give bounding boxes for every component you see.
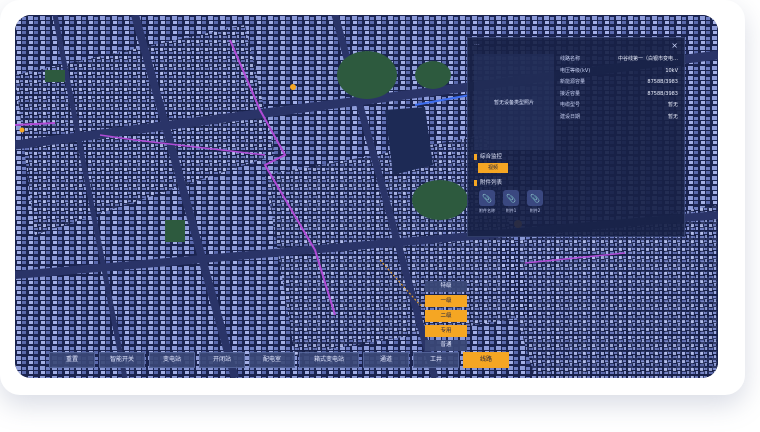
info-key: 电压等级(kV) [560, 67, 591, 74]
section-title-text: 附件列表 [480, 180, 503, 186]
info-value: 8758B/3983 [647, 79, 678, 85]
info-value: 暂无 [667, 102, 678, 108]
close-icon[interactable]: × [671, 41, 678, 50]
section-marker [474, 153, 477, 160]
info-key: 新能源容量 [560, 79, 586, 85]
box-substation-button[interactable]: 箱式变电站 [299, 352, 359, 368]
section-title-text: 综合监控 [480, 154, 503, 160]
line-info-panel: ··· × 暂无设备类型照片 线路名称 中谷线第一（白银市变电… 电压等级(kV)… [467, 37, 685, 237]
screenshot-card: ··· × 暂无设备类型照片 线路名称 中谷线第一（白银市变电… 电压等级(kV)… [0, 0, 745, 395]
info-key: 线路名称 [560, 56, 581, 62]
video-button[interactable]: 视频 [478, 163, 508, 173]
substation-button[interactable]: 变电站 [149, 352, 195, 368]
info-table: 线路名称 中谷线第一（白银市变电… 电压等级(kV) 10kV 新能源容量 8758B… [560, 54, 678, 123]
info-row: 电压等级(kV) 10kV [560, 66, 678, 78]
attachment-name: 附件1 [505, 208, 517, 213]
photo-placeholder-text: 暂无设备类型照片 [493, 99, 534, 106]
info-key: 建设日期 [560, 113, 581, 120]
info-value: 暂无 [667, 113, 678, 120]
line-button[interactable]: 线路 [463, 352, 509, 368]
attachment-item[interactable]: 📎 附件2 [526, 190, 544, 214]
info-key: 接近容量 [560, 90, 581, 97]
info-row: 电缆型号 暂无 [560, 100, 678, 112]
manhole-button[interactable]: 工井 [413, 352, 459, 368]
attachment-item[interactable]: 📎 附件名称 [478, 190, 496, 214]
section-title-monitor: 综合监控 [474, 152, 502, 160]
legend-special[interactable]: 专用 [425, 325, 467, 337]
distribution-room-button[interactable]: 配电室 [249, 352, 295, 368]
info-value: 10kV [665, 67, 678, 74]
section-title-attachments: 附件列表 [474, 178, 502, 186]
attachment-name: 附件2 [529, 208, 541, 213]
info-row: 线路名称 中谷线第一（白银市变电… [560, 54, 678, 66]
legend-header-top: 特级 [425, 281, 467, 292]
info-row: 新能源容量 8758B/3983 [560, 77, 678, 89]
section-marker [474, 179, 477, 186]
attachment-item[interactable]: 📎 附件1 [502, 190, 520, 214]
info-value: 8758B/3983 [647, 90, 678, 97]
channel-button[interactable]: 通道 [363, 352, 409, 368]
device-photo-placeholder: 暂无设备类型照片 [474, 54, 554, 150]
legend-header-bottom: 普通 [425, 340, 467, 351]
info-row: 建设日期 暂无 [560, 112, 678, 124]
panel-drag-handle[interactable]: ··· [474, 42, 480, 49]
switching-station-button[interactable]: 开闭站 [199, 352, 245, 368]
voltage-legend: 特级 一级 二级 专用 普通 [425, 281, 467, 351]
legend-level-2[interactable]: 二级 [425, 310, 467, 322]
info-row: 接近容量 8758B/3983 [560, 89, 678, 101]
reset-button[interactable]: 重置 [49, 352, 95, 368]
paperclip-icon: 📎 [527, 190, 543, 206]
legend-level-1[interactable]: 一级 [425, 295, 467, 307]
paperclip-icon: 📎 [503, 190, 519, 206]
map-viewport[interactable]: ··· × 暂无设备类型照片 线路名称 中谷线第一（白银市变电… 电压等级(kV)… [15, 15, 718, 378]
info-value: 中谷线第一（白银市变电… [617, 56, 678, 62]
info-key: 电缆型号 [560, 102, 581, 108]
bottom-toolbar: 重置 智能开关 变电站 开闭站 配电室 箱式变电站 通道 工井 线路 [49, 352, 509, 368]
smart-switch-button[interactable]: 智能开关 [99, 352, 145, 368]
paperclip-icon: 📎 [479, 190, 495, 206]
attachment-list: 📎 附件名称 📎 附件1 📎 附件2 [478, 190, 544, 214]
attachment-name: 附件名称 [479, 208, 495, 213]
